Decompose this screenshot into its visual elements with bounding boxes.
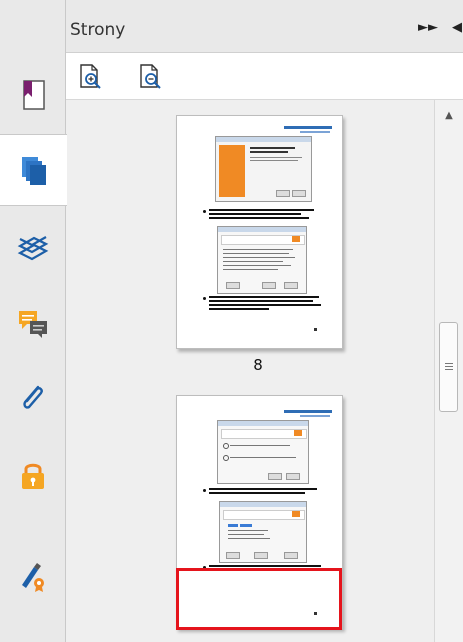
reduce-thumbnails-button[interactable] — [138, 63, 164, 91]
comments-tab[interactable] — [0, 288, 66, 360]
pages-icon — [21, 157, 46, 185]
signatures-tab[interactable] — [0, 540, 66, 612]
header-logo — [284, 126, 332, 129]
page-number-mark — [314, 328, 317, 331]
scroll-thumb[interactable] — [439, 322, 458, 412]
embedded-screenshot — [217, 420, 309, 484]
vertical-scrollbar[interactable]: ▲ — [434, 100, 463, 642]
header-sub — [300, 415, 330, 417]
page-thumbnail[interactable] — [176, 115, 343, 349]
expand-panel-icon[interactable]: ►► — [418, 20, 438, 36]
comments-icon — [19, 311, 47, 338]
embedded-screenshot — [219, 501, 307, 563]
visible-area-selection[interactable] — [176, 568, 342, 630]
thumbnail-toolbar — [66, 52, 463, 100]
page-number-label: 8 — [253, 356, 263, 374]
security-tab[interactable] — [0, 440, 66, 512]
panel-title: Strony — [70, 20, 126, 40]
header-logo — [284, 410, 332, 413]
zoom-in-page-icon — [80, 64, 101, 89]
signature-icon — [22, 563, 44, 592]
pages-tab[interactable] — [0, 134, 67, 206]
embedded-screenshot — [215, 136, 312, 202]
header-sub — [300, 131, 330, 133]
lock-icon — [22, 463, 44, 489]
paperclip-icon — [23, 385, 43, 409]
collapse-panel-icon[interactable]: ◀ — [452, 20, 462, 36]
scroll-up-arrow-icon[interactable]: ▲ — [435, 110, 463, 121]
layers-tab[interactable] — [0, 212, 66, 284]
embedded-screenshot — [217, 226, 307, 294]
thumbnails-area[interactable]: 8 — [66, 100, 434, 642]
attachments-tab[interactable] — [0, 362, 66, 434]
layers-icon — [17, 236, 49, 261]
panel-header: Strony ►► ◀ — [66, 0, 463, 52]
bookmark-icon — [23, 80, 45, 110]
enlarge-thumbnails-button[interactable] — [78, 63, 104, 91]
zoom-out-page-icon — [140, 64, 161, 89]
navigation-rail — [0, 0, 67, 642]
bookmarks-tab[interactable] — [0, 60, 66, 132]
